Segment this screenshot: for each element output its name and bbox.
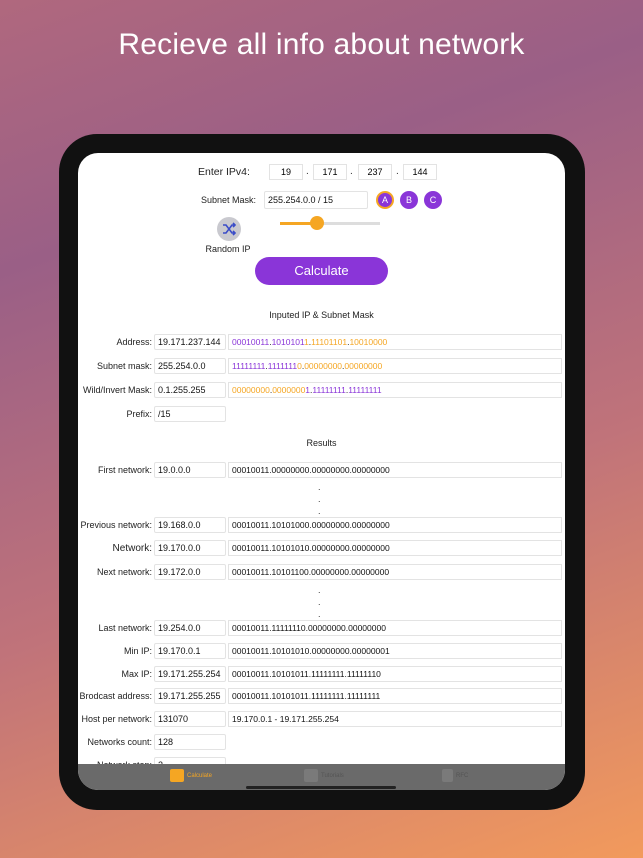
result-binary: 00010011.10101010.00000000.00000001 bbox=[228, 643, 562, 659]
result-value[interactable]: 19.172.0.0 bbox=[154, 564, 226, 580]
ipv4-label: Enter IPv4: bbox=[198, 166, 250, 178]
binary-segment: 1111111 bbox=[267, 361, 298, 371]
result-binary: 00010011.10101100.00000000.00000000 bbox=[228, 564, 562, 580]
input-row-label: Wild/Invert Mask: bbox=[82, 385, 152, 395]
input-row-value[interactable]: 19.171.237.144 bbox=[154, 334, 226, 350]
binary-segment: 11101101 bbox=[311, 337, 348, 347]
result-binary: 19.170.0.1 - 19.171.255.254 bbox=[228, 711, 562, 727]
result-label: Brodcast address: bbox=[79, 691, 152, 701]
input-row-binary: 11111111.11111110.00000000.00000000 bbox=[228, 358, 562, 374]
document-icon bbox=[442, 769, 453, 782]
subnet-mask-field[interactable]: 255.254.0.0 / 15 bbox=[264, 191, 368, 209]
result-label: Network: bbox=[112, 543, 152, 554]
result-value[interactable]: 19.0.0.0 bbox=[154, 462, 226, 478]
input-row-label: Subnet mask: bbox=[96, 361, 152, 371]
result-value[interactable]: 128 bbox=[154, 734, 226, 750]
result-binary: 00010011.00000000.00000000.00000000 bbox=[228, 462, 562, 478]
result-value[interactable]: 19.254.0.0 bbox=[154, 620, 226, 636]
result-binary: 00010011.10101011.11111111.11111111 bbox=[228, 688, 562, 704]
binary-segment: 11111111 bbox=[312, 385, 346, 395]
result-label: Previous network: bbox=[80, 520, 152, 530]
result-value[interactable]: 19.170.0.0 bbox=[154, 540, 226, 556]
octet-separator: . bbox=[306, 166, 309, 177]
result-value[interactable]: 19.171.255.255 bbox=[154, 688, 226, 704]
calculate-button[interactable]: Calculate bbox=[255, 257, 388, 285]
result-label: Last network: bbox=[98, 623, 152, 633]
promo-banner-title: Recieve all info about network bbox=[118, 28, 525, 61]
input-row-binary: 00010011.10101011.11101101.10010000 bbox=[228, 334, 562, 350]
binary-segment: 0000000 bbox=[272, 385, 306, 395]
octet-separator: . bbox=[350, 166, 353, 177]
class-b-button[interactable]: B bbox=[400, 191, 418, 209]
section-title-results: Results bbox=[306, 438, 337, 448]
input-row-value[interactable]: /15 bbox=[154, 406, 226, 422]
result-label: Min IP: bbox=[123, 646, 152, 656]
binary-segment: 11111111 bbox=[348, 385, 382, 395]
ipv4-octet-2[interactable]: 171 bbox=[313, 164, 347, 180]
binary-segment: 00000000 bbox=[344, 361, 383, 371]
home-indicator bbox=[246, 786, 396, 789]
class-a-button[interactable]: A bbox=[376, 191, 394, 209]
ellipsis-vertical: ... bbox=[318, 585, 321, 619]
result-value[interactable]: 19.171.255.254 bbox=[154, 666, 226, 682]
app-screen: Enter IPv4: 19 . 171 . 237 . 144 Subnet … bbox=[78, 153, 565, 790]
binary-segment: 11111111 bbox=[232, 361, 266, 371]
binary-segment: 10010000 bbox=[349, 337, 388, 347]
result-value[interactable]: 131070 bbox=[154, 711, 226, 727]
result-binary: 00010011.10101000.00000000.00000000 bbox=[228, 517, 562, 533]
result-label: Next network: bbox=[96, 567, 152, 577]
binary-segment: 00010011 bbox=[232, 337, 270, 347]
class-c-button[interactable]: C bbox=[424, 191, 442, 209]
ellipsis-vertical: ... bbox=[318, 482, 321, 516]
octet-separator: . bbox=[396, 166, 399, 177]
input-row-label: Prefix: bbox=[126, 409, 152, 419]
result-value[interactable]: 19.168.0.0 bbox=[154, 517, 226, 533]
result-binary: 00010011.10101011.11111111.11111110 bbox=[228, 666, 562, 682]
result-binary: 00010011.10101010.00000000.00000000 bbox=[228, 540, 562, 556]
binary-segment: 00000000 bbox=[304, 361, 343, 371]
result-label: Max IP: bbox=[121, 669, 152, 679]
result-label: Host per network: bbox=[81, 714, 152, 724]
ipv4-octet-1[interactable]: 19 bbox=[269, 164, 303, 180]
result-label: Networks count: bbox=[87, 737, 152, 747]
input-row-binary: 00000000.00000001.11111111.11111111 bbox=[228, 382, 562, 398]
ipv4-octet-4[interactable]: 144 bbox=[403, 164, 437, 180]
tab-calculate[interactable]: Calculate bbox=[170, 769, 212, 782]
section-title-input: Inputed IP & Subnet Mask bbox=[269, 310, 374, 320]
binary-segment: 1010101 bbox=[271, 337, 305, 347]
result-label: First network: bbox=[97, 465, 152, 475]
result-binary: 00010011.11111110.00000000.00000000 bbox=[228, 620, 562, 636]
input-row-label: Address: bbox=[116, 337, 152, 347]
input-row-value[interactable]: 0.1.255.255 bbox=[154, 382, 226, 398]
cat-icon bbox=[170, 769, 184, 782]
tab-label: Calculate bbox=[187, 773, 213, 780]
tab-label: RFC bbox=[456, 773, 469, 780]
tab-tutorials[interactable]: Tutorials bbox=[304, 769, 344, 782]
result-value[interactable]: 19.170.0.1 bbox=[154, 643, 226, 659]
input-row-value[interactable]: 255.254.0.0 bbox=[154, 358, 226, 374]
random-ip-button[interactable] bbox=[217, 217, 241, 241]
shuffle-icon bbox=[223, 222, 237, 236]
prefix-slider-thumb[interactable] bbox=[310, 216, 324, 230]
tab-rfc[interactable]: RFC bbox=[442, 769, 468, 782]
book-icon bbox=[304, 769, 318, 782]
subnet-mask-label: Subnet Mask: bbox=[201, 195, 257, 205]
binary-segment: 00000000 bbox=[232, 385, 270, 395]
random-ip-label: Random IP bbox=[205, 244, 251, 254]
tab-label: Tutorials bbox=[321, 773, 344, 780]
ipv4-octet-3[interactable]: 237 bbox=[358, 164, 392, 180]
prefix-slider[interactable] bbox=[280, 216, 380, 230]
